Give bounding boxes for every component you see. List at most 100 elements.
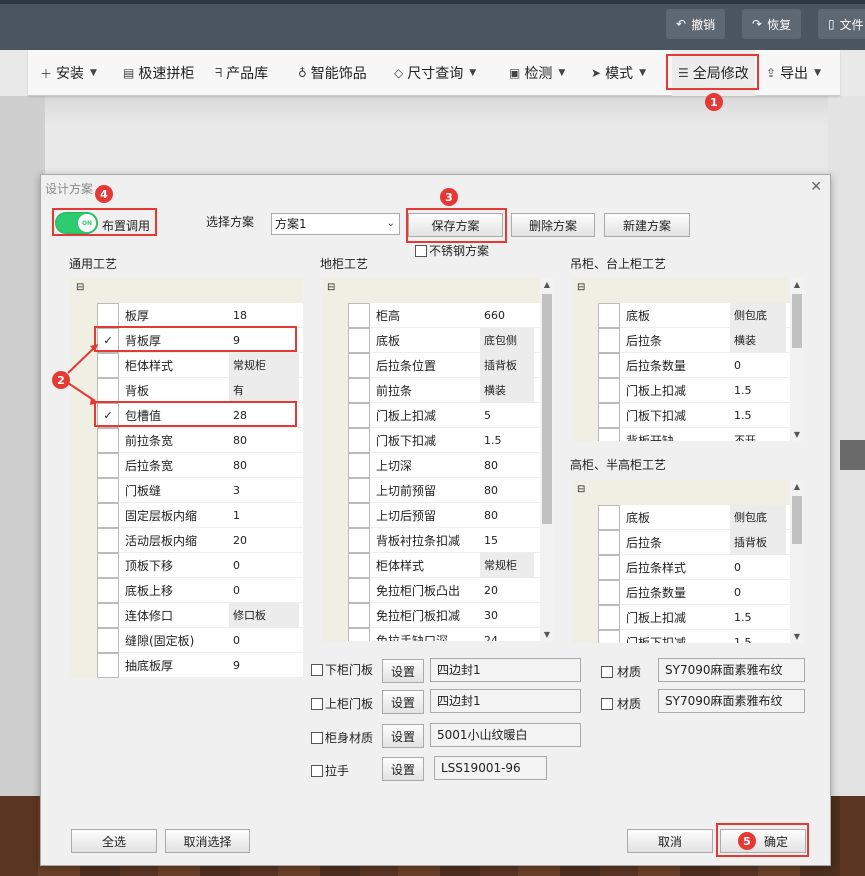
row-checkbox[interactable] xyxy=(348,477,370,503)
row-checkbox[interactable] xyxy=(348,302,370,328)
row-value[interactable]: 有 xyxy=(229,377,299,403)
row-value[interactable]: 20 xyxy=(229,528,299,553)
scroll-up-icon[interactable]: ▲ xyxy=(790,280,804,289)
table-row[interactable]: 背板开缺 不开 xyxy=(572,427,804,442)
floor-scrollbar[interactable]: ▲ ▼ xyxy=(540,278,554,641)
row-value[interactable]: 横装 xyxy=(730,327,786,353)
select-all-button[interactable]: 全选 xyxy=(71,829,157,853)
tall-scrollbar[interactable]: ▲ ▼ xyxy=(790,480,804,643)
row-checkbox[interactable] xyxy=(97,652,119,678)
row-checkbox[interactable] xyxy=(598,604,620,630)
lower-door-checkbox[interactable] xyxy=(311,663,323,676)
scroll-up-icon[interactable]: ▲ xyxy=(790,482,804,491)
table-row[interactable]: 活动层板内缩 20 xyxy=(71,527,303,553)
handle-checkbox[interactable] xyxy=(311,764,323,777)
scheme-select[interactable]: 方案1 ⌄ xyxy=(271,213,400,235)
row-checkbox[interactable] xyxy=(598,629,620,643)
row-value[interactable]: 侧包底 xyxy=(730,302,786,328)
upper-door-setting-button[interactable]: 设置 xyxy=(382,690,424,714)
table-row[interactable]: 底板上移 0 xyxy=(71,577,303,603)
row-checkbox[interactable] xyxy=(97,552,119,578)
row-value[interactable]: 0 xyxy=(229,553,299,578)
row-value[interactable]: 80 xyxy=(480,503,534,528)
table-row[interactable]: 门板下扣减 1.5 xyxy=(572,629,804,644)
scroll-down-icon[interactable]: ▼ xyxy=(790,430,804,439)
scroll-down-icon[interactable]: ▼ xyxy=(790,632,804,641)
row-value[interactable]: 80 xyxy=(480,478,534,503)
tool-inspect[interactable]: ▣ 检测 ▼ xyxy=(509,50,565,96)
collapse-icon[interactable]: ⊟ xyxy=(577,484,585,495)
row-value[interactable]: 80 xyxy=(229,428,299,453)
row-value[interactable]: 不开 xyxy=(730,428,786,442)
body-material-value[interactable]: 5001小山纹暖白 xyxy=(430,723,581,747)
table-row[interactable]: 板厚 18 xyxy=(71,302,303,328)
row-value[interactable]: 常规柜 xyxy=(229,352,299,378)
wall-scrollbar[interactable]: ▲ ▼ xyxy=(790,278,804,441)
row-value[interactable]: 修口板 xyxy=(229,602,299,628)
row-value[interactable]: 0 xyxy=(730,580,786,605)
row-checkbox[interactable] xyxy=(598,529,620,555)
table-row[interactable]: 后拉条 横装 xyxy=(572,327,804,353)
table-row[interactable]: 后拉条宽 80 xyxy=(71,452,303,478)
table-row[interactable]: 门板缝 3 xyxy=(71,477,303,503)
row-checkbox[interactable] xyxy=(348,327,370,353)
table-row[interactable]: 门板上扣减 1.5 xyxy=(572,377,804,403)
table-row[interactable]: 背板衬拉条扣减 15 xyxy=(322,527,554,553)
redo-button[interactable]: ↷ 恢复 xyxy=(742,9,802,39)
tool-export[interactable]: ⇪ 导出 ▼ xyxy=(766,50,821,96)
row-value[interactable]: 15 xyxy=(480,528,534,553)
file-button[interactable]: ▯ 文件 xyxy=(818,9,865,39)
tool-install[interactable]: ＋安装 ▼ xyxy=(40,50,97,96)
material-1-value[interactable]: SY7090麻面素雅布纹 xyxy=(658,658,805,682)
tool-size-query[interactable]: ◇ 尺寸查询 ▼ xyxy=(394,50,476,96)
material-2-value[interactable]: SY7090麻面素雅布纹 xyxy=(658,689,805,713)
row-value[interactable]: 20 xyxy=(480,578,534,603)
body-material-checkbox[interactable] xyxy=(311,731,323,744)
row-checkbox[interactable] xyxy=(348,577,370,603)
row-checkbox[interactable] xyxy=(348,352,370,378)
upper-door-checkbox[interactable] xyxy=(311,697,323,710)
row-checkbox[interactable] xyxy=(348,627,370,641)
table-row[interactable]: 顶板下移 0 xyxy=(71,552,303,578)
table-row[interactable]: 缝隙(固定板) 0 xyxy=(71,627,303,653)
row-checkbox[interactable] xyxy=(97,602,119,628)
row-checkbox[interactable] xyxy=(598,579,620,605)
body-material-setting-button[interactable]: 设置 xyxy=(382,724,424,748)
row-checkbox[interactable] xyxy=(348,527,370,553)
row-checkbox[interactable] xyxy=(598,554,620,580)
row-checkbox[interactable] xyxy=(598,377,620,403)
new-scheme-button[interactable]: 新建方案 xyxy=(604,213,690,237)
row-value[interactable]: 80 xyxy=(229,453,299,478)
table-row[interactable]: 后拉条 插背板 xyxy=(572,529,804,555)
table-row[interactable]: 门板下扣减 1.5 xyxy=(322,427,554,453)
table-row[interactable]: 后拉条样式 0 xyxy=(572,554,804,580)
row-value[interactable]: 1.5 xyxy=(730,378,786,403)
table-row[interactable]: 后拉条数量 0 xyxy=(572,352,804,378)
row-value[interactable]: 横装 xyxy=(480,377,534,403)
tool-mode[interactable]: ➤ 模式 ▼ xyxy=(591,50,646,96)
scroll-up-icon[interactable]: ▲ xyxy=(540,280,554,289)
tool-product-library[interactable]: ᖷ 产品库 xyxy=(215,50,268,96)
row-checkbox[interactable] xyxy=(97,452,119,478)
material-1-checkbox[interactable] xyxy=(601,665,613,678)
table-row[interactable]: 固定层板内缩 1 xyxy=(71,502,303,528)
table-row[interactable]: 门板上扣减 5 xyxy=(322,402,554,428)
table-row[interactable]: 免拉柜门板扣减 30 xyxy=(322,602,554,628)
row-checkbox[interactable] xyxy=(97,477,119,503)
row-value[interactable]: 1.5 xyxy=(730,630,786,644)
row-checkbox[interactable] xyxy=(97,427,119,453)
table-row[interactable]: 底板 侧包底 xyxy=(572,504,804,530)
row-checkbox[interactable] xyxy=(598,352,620,378)
row-value[interactable]: 插背板 xyxy=(730,529,786,555)
close-icon[interactable]: ✕ xyxy=(810,179,822,195)
table-row[interactable]: 柜体样式 常规柜 xyxy=(322,552,554,578)
table-row[interactable]: 后拉条数量 0 xyxy=(572,579,804,605)
table-row[interactable]: 后拉条位置 插背板 xyxy=(322,352,554,378)
handle-setting-button[interactable]: 设置 xyxy=(382,757,424,781)
row-checkbox[interactable] xyxy=(348,502,370,528)
row-checkbox[interactable] xyxy=(598,327,620,353)
row-value[interactable]: 24 xyxy=(480,628,534,642)
tool-smart-decor[interactable]: ♁ 智能饰品 xyxy=(298,50,367,96)
row-checkbox[interactable] xyxy=(598,302,620,328)
material-2-checkbox[interactable] xyxy=(601,697,613,710)
